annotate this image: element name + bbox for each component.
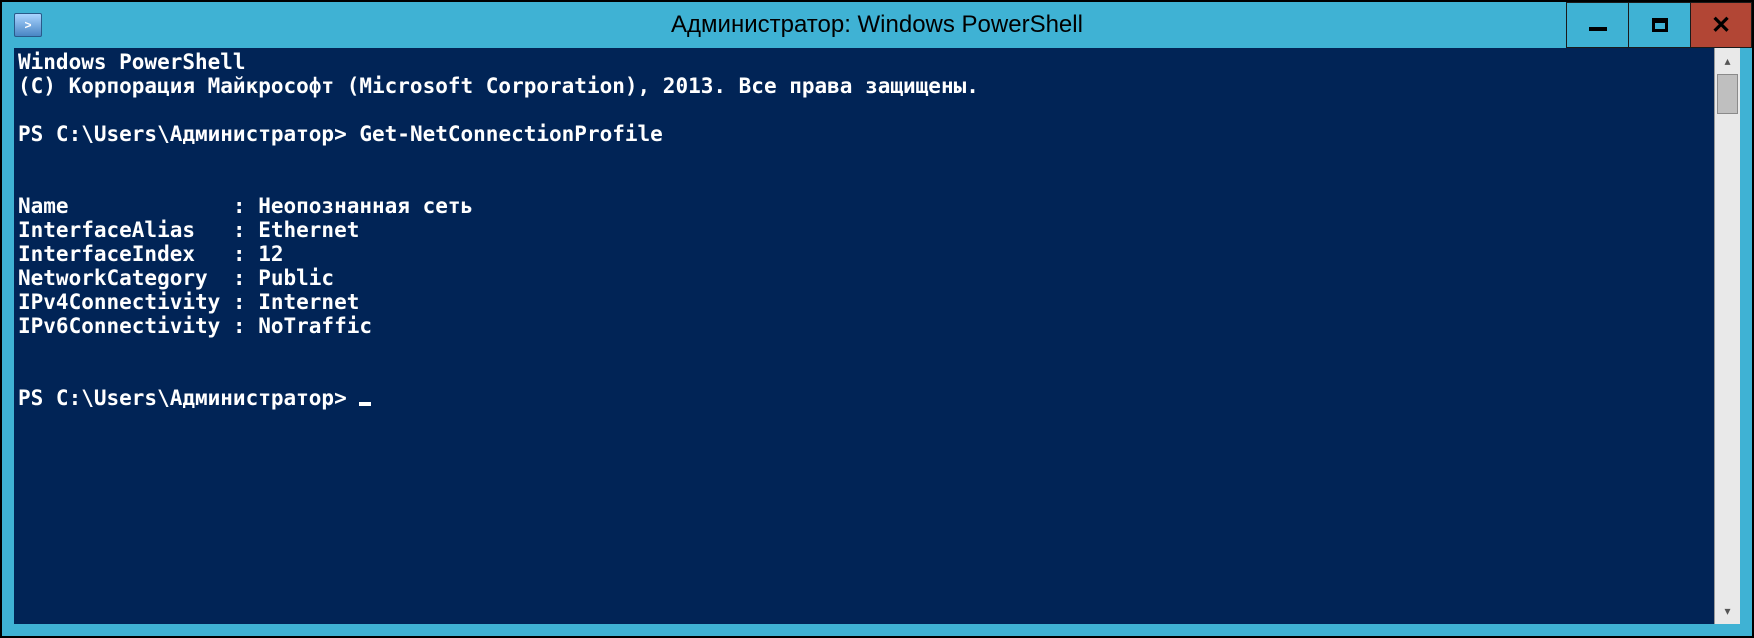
prompt: PS C:\Users\Администратор> [18,386,359,410]
prompt: PS C:\Users\Администратор> [18,122,359,146]
output-line: InterfaceAlias : Ethernet [18,218,359,242]
output-line: NetworkCategory : Public [18,266,334,290]
close-button[interactable]: ✕ [1690,2,1752,48]
titlebar[interactable]: Администратор: Windows PowerShell ✕ [2,2,1752,48]
console-output[interactable]: Windows PowerShell (C) Корпорация Майкро… [14,48,1714,624]
output-line: InterfaceIndex : 12 [18,242,284,266]
banner-line: (C) Корпорация Майкрософт (Microsoft Cor… [18,74,979,98]
window-controls: ✕ [1566,2,1752,48]
command-text: Get-NetConnectionProfile [359,122,662,146]
minimize-button[interactable] [1566,2,1628,48]
vertical-scrollbar[interactable]: ▴ ▾ [1714,48,1740,624]
banner-line: Windows PowerShell [18,50,246,74]
output-line: IPv6Connectivity : NoTraffic [18,314,372,338]
powershell-icon [14,13,42,37]
scroll-up-button[interactable]: ▴ [1715,48,1740,74]
cursor [359,402,371,406]
scroll-down-button[interactable]: ▾ [1715,598,1740,624]
maximize-button[interactable] [1628,2,1690,48]
output-line: IPv4Connectivity : Internet [18,290,359,314]
window-title: Администратор: Windows PowerShell [2,11,1752,39]
scroll-track[interactable] [1715,74,1740,598]
powershell-window: Администратор: Windows PowerShell ✕ Wind… [2,2,1752,636]
client-area: Windows PowerShell (C) Корпорация Майкро… [14,48,1740,624]
output-line: Name : Неопознанная сеть [18,194,473,218]
scroll-thumb[interactable] [1717,74,1738,114]
